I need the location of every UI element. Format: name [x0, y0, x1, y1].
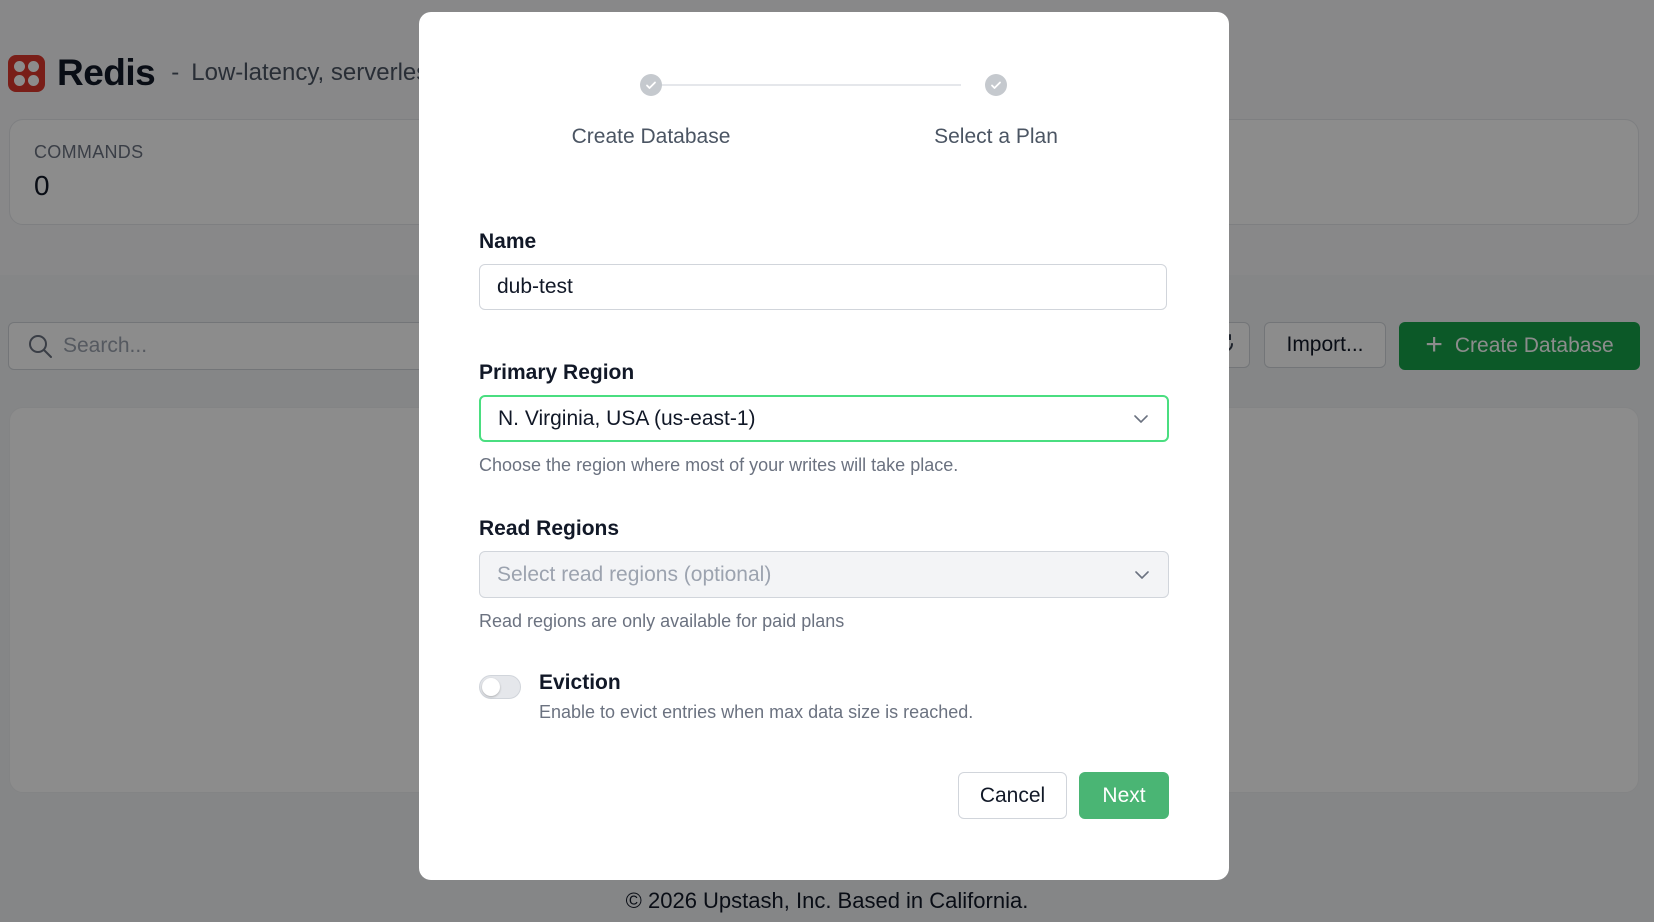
next-button[interactable]: Next: [1079, 772, 1169, 819]
eviction-toggle[interactable]: [479, 675, 521, 699]
primary-region-value: N. Virginia, USA (us-east-1): [498, 406, 756, 430]
read-regions-label: Read Regions: [479, 517, 620, 540]
step-1-label: Create Database: [571, 125, 731, 148]
eviction-label: Eviction: [539, 671, 621, 694]
chevron-down-icon: [1135, 570, 1149, 579]
read-regions-help: Read regions are only available for paid…: [479, 611, 845, 631]
primary-region-select[interactable]: N. Virginia, USA (us-east-1): [479, 395, 1169, 442]
page: Redis - Low-latency, serverless key-valu…: [0, 0, 1654, 922]
create-database-modal: Create Database Select a Plan Name Prima…: [419, 12, 1229, 880]
stepper-line: [651, 84, 961, 86]
cancel-button[interactable]: Cancel: [958, 772, 1067, 819]
chevron-down-icon: [1134, 414, 1148, 423]
step-2-label: Select a Plan: [934, 125, 1058, 148]
stepper: Create Database Select a Plan: [419, 12, 1229, 172]
name-label: Name: [479, 230, 537, 253]
read-regions-placeholder: Select read regions (optional): [497, 562, 772, 586]
primary-region-label: Primary Region: [479, 361, 635, 384]
name-input[interactable]: [479, 264, 1167, 310]
primary-region-help: Choose the region where most of your wri…: [479, 455, 959, 475]
step-1-check-icon: [640, 74, 662, 96]
read-regions-select[interactable]: Select read regions (optional): [479, 551, 1169, 598]
eviction-description: Enable to evict entries when max data si…: [539, 702, 974, 722]
step-2-check-icon: [985, 74, 1007, 96]
toggle-knob: [482, 678, 500, 696]
